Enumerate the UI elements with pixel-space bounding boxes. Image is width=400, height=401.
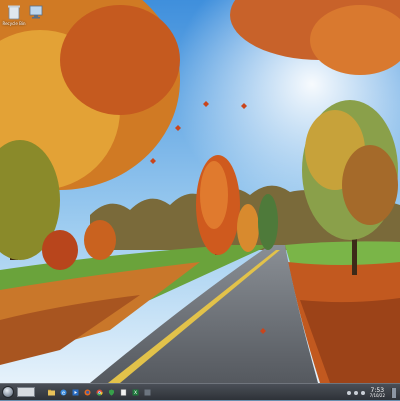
clock[interactable]: 7:53 7/10/22 xyxy=(369,387,385,398)
media-icon[interactable] xyxy=(72,389,79,396)
show-desktop-button[interactable] xyxy=(391,387,396,398)
action-center-icon[interactable] xyxy=(360,390,365,395)
clock-date: 7/10/22 xyxy=(369,392,385,398)
folder-icon[interactable] xyxy=(48,389,55,396)
notepad-icon[interactable] xyxy=(120,388,127,396)
computer-icon xyxy=(29,5,43,19)
recycle-bin-desktop-icon[interactable]: Recycle Bin xyxy=(2,4,26,28)
taskbar-search-box[interactable] xyxy=(17,387,35,397)
recycle-bin-label: Recycle Bin xyxy=(2,21,26,26)
svg-text:X: X xyxy=(134,390,137,396)
computer-desktop-icon[interactable] xyxy=(26,4,46,28)
network-icon[interactable] xyxy=(346,390,351,395)
desktop: Recycle Bin xyxy=(0,0,400,383)
security-icon[interactable] xyxy=(108,389,115,396)
pinned-apps: e X xyxy=(48,388,151,396)
app-icon[interactable] xyxy=(144,389,151,396)
svg-text:e: e xyxy=(62,390,65,396)
firefox-icon[interactable] xyxy=(84,389,91,396)
autumn-road-wallpaper xyxy=(0,0,400,383)
ie-icon[interactable]: e xyxy=(60,389,67,396)
taskbar: e X 7:53 7/10/22 xyxy=(0,383,400,400)
recycle-bin-icon xyxy=(8,5,20,20)
excel-icon[interactable]: X xyxy=(132,389,139,396)
volume-icon[interactable] xyxy=(353,390,358,395)
system-tray: 7:53 7/10/22 xyxy=(346,384,396,401)
chrome-icon[interactable] xyxy=(96,389,103,396)
start-button[interactable] xyxy=(2,386,14,398)
